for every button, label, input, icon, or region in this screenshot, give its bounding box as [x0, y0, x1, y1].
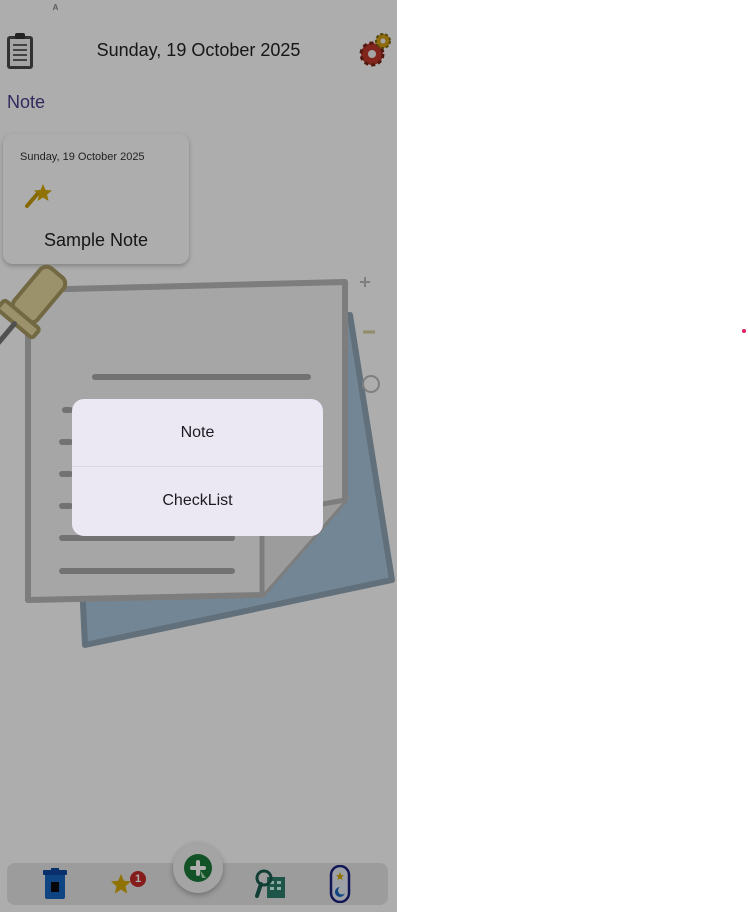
touch-indicator-dot [742, 329, 746, 333]
phone-screen: 7:01 A Sunday, 19 October 2025 Note Sund… [0, 0, 397, 912]
new-item-type-dialog: Note CheckList [72, 399, 323, 536]
checklist-option[interactable]: CheckList [72, 467, 323, 535]
note-option[interactable]: Note [72, 399, 323, 467]
